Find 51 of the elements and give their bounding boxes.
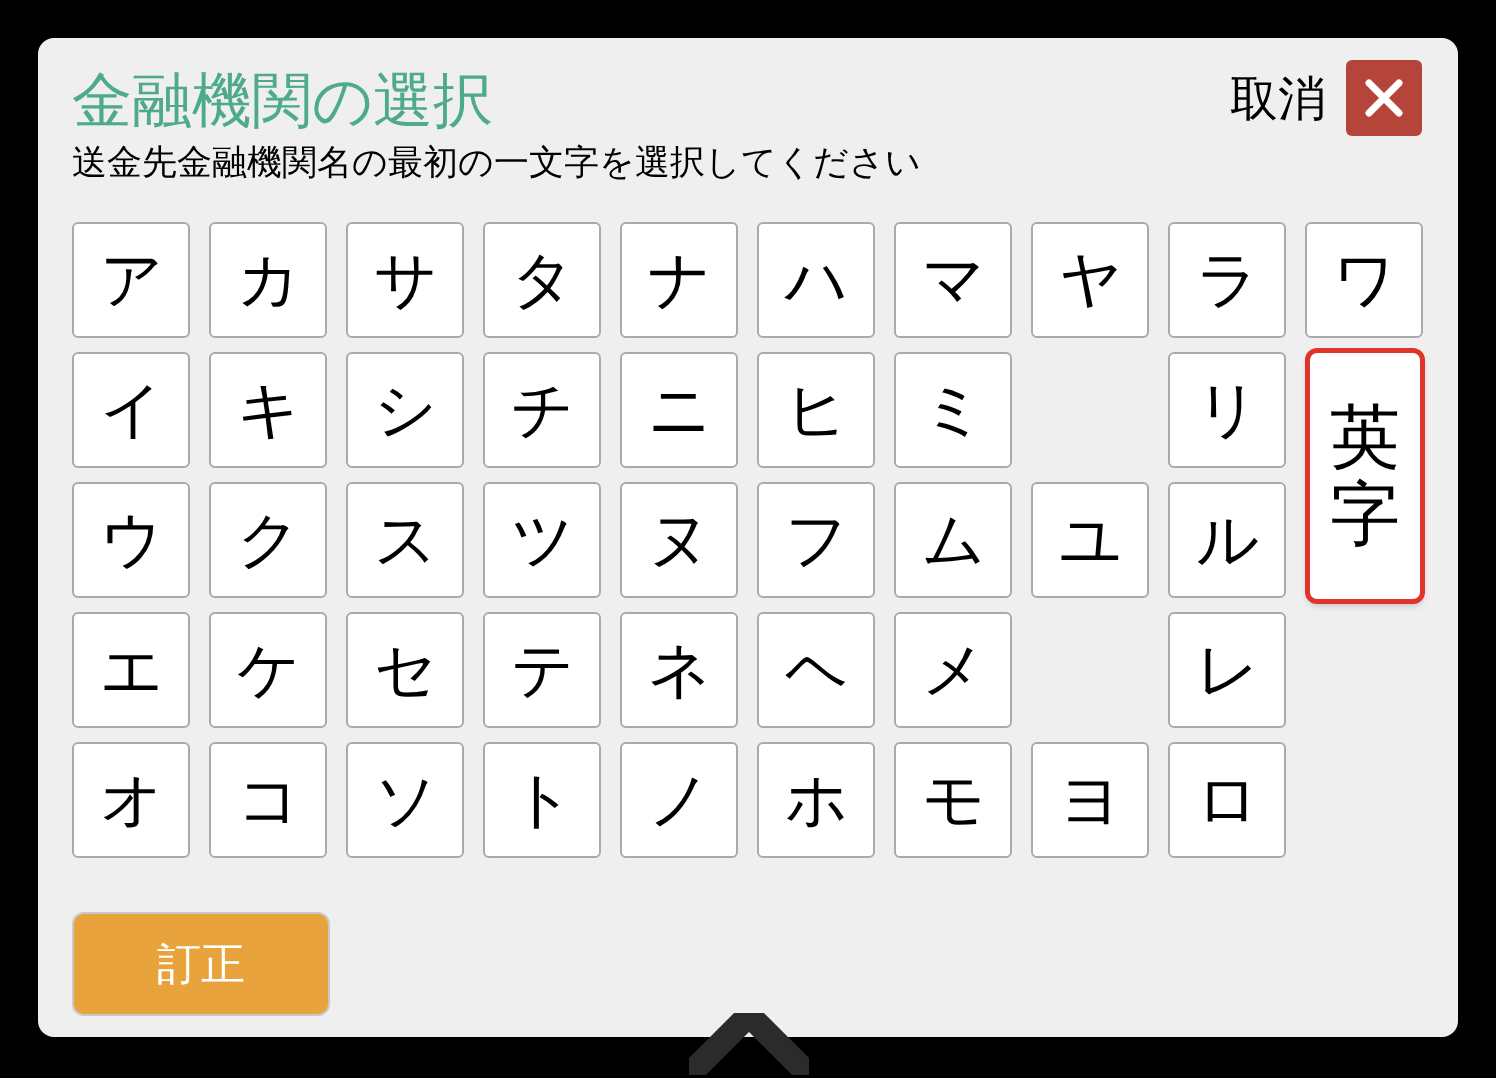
close-icon <box>1364 78 1404 118</box>
letter-key[interactable]: ソ <box>346 742 464 858</box>
letter-key[interactable]: ホ <box>757 742 875 858</box>
letter-key[interactable]: ネ <box>620 612 738 728</box>
letter-key[interactable]: ヤ <box>1031 222 1149 338</box>
letter-key[interactable]: ヘ <box>757 612 875 728</box>
letter-key[interactable]: ノ <box>620 742 738 858</box>
letter-key[interactable]: ミ <box>894 352 1012 468</box>
letter-key[interactable]: ル <box>1168 482 1286 598</box>
letter-key[interactable]: ヨ <box>1031 742 1149 858</box>
letter-key[interactable]: ナ <box>620 222 738 338</box>
letter-key[interactable]: フ <box>757 482 875 598</box>
chevron-up-icon <box>689 1013 809 1075</box>
letter-key[interactable]: ケ <box>209 612 327 728</box>
letter-key[interactable]: チ <box>483 352 601 468</box>
letter-key[interactable]: ハ <box>757 222 875 338</box>
letter-key[interactable]: ヌ <box>620 482 738 598</box>
letter-key[interactable]: メ <box>894 612 1012 728</box>
letter-key[interactable]: ス <box>346 482 464 598</box>
letter-key[interactable]: ロ <box>1168 742 1286 858</box>
letter-key[interactable]: ニ <box>620 352 738 468</box>
letter-key[interactable]: ラ <box>1168 222 1286 338</box>
letter-key[interactable]: ト <box>483 742 601 858</box>
letter-key[interactable]: セ <box>346 612 464 728</box>
cancel-label: 取消 <box>1230 69 1326 128</box>
letter-key[interactable]: キ <box>209 352 327 468</box>
letter-key[interactable]: テ <box>483 612 601 728</box>
letter-key[interactable]: モ <box>894 742 1012 858</box>
letter-key[interactable]: ツ <box>483 482 601 598</box>
letter-key[interactable]: マ <box>894 222 1012 338</box>
close-button[interactable] <box>1346 60 1422 136</box>
letter-key[interactable]: タ <box>483 222 601 338</box>
dialog-title: 金融機関の選択 <box>72 64 494 137</box>
letter-key[interactable]: カ <box>209 222 327 338</box>
letter-key[interactable]: イ <box>72 352 190 468</box>
letter-key[interactable]: ク <box>209 482 327 598</box>
letter-key[interactable]: コ <box>209 742 327 858</box>
letter-key[interactable]: ヒ <box>757 352 875 468</box>
letter-key[interactable]: リ <box>1168 352 1286 468</box>
letter-key[interactable]: ユ <box>1031 482 1149 598</box>
letter-key[interactable]: オ <box>72 742 190 858</box>
letter-key[interactable]: サ <box>346 222 464 338</box>
letter-key[interactable]: シ <box>346 352 464 468</box>
letter-key[interactable]: レ <box>1168 612 1286 728</box>
dialog-subtitle: 送金先金融機関名の最初の一文字を選択してください <box>72 141 921 184</box>
letter-key[interactable]: エ <box>72 612 190 728</box>
letter-key[interactable]: ウ <box>72 482 190 598</box>
alphabet-key[interactable]: 英字 <box>1305 348 1425 604</box>
letter-key[interactable]: ア <box>72 222 190 338</box>
letter-key[interactable]: ワ <box>1305 222 1423 338</box>
letter-key[interactable]: ム <box>894 482 1012 598</box>
